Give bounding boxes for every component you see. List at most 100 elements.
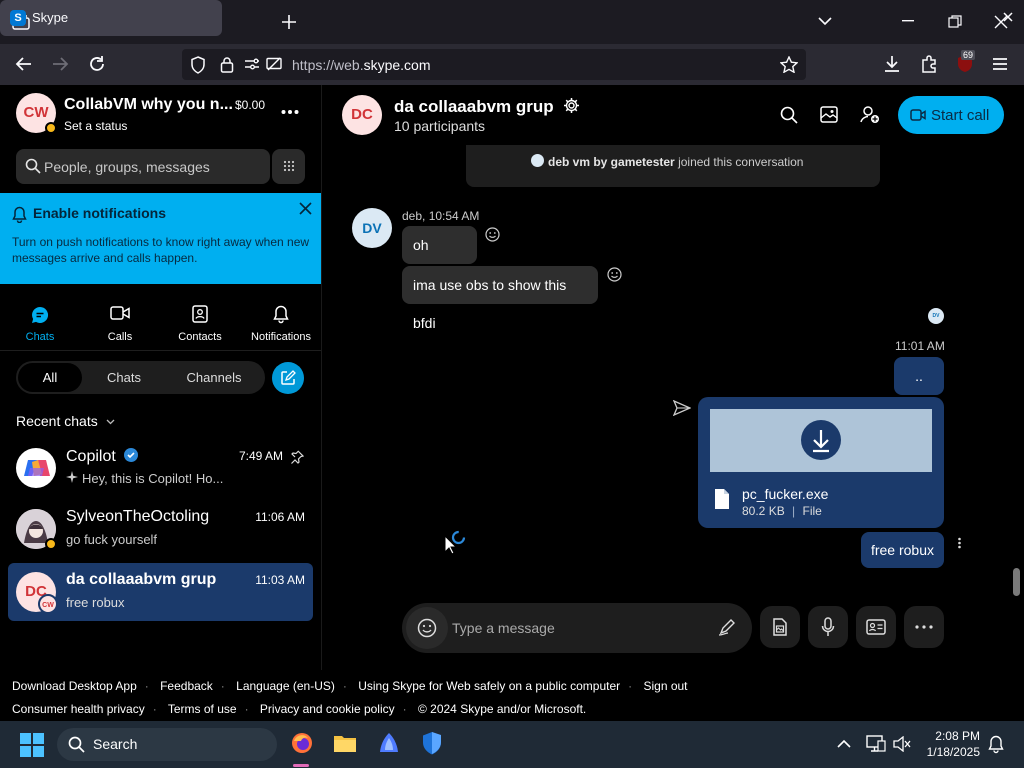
record-audio-button[interactable]	[808, 606, 848, 648]
add-people-icon[interactable]	[860, 105, 880, 124]
dialpad-button[interactable]	[272, 149, 305, 184]
footer-link-terms[interactable]: Terms of use	[168, 702, 237, 716]
windows-security-taskbar-icon[interactable]	[421, 731, 443, 755]
close-window-icon[interactable]	[994, 15, 1008, 29]
new-chat-button[interactable]	[272, 362, 304, 394]
set-status-link[interactable]: Set a status	[64, 119, 127, 133]
tab-title: Skype	[32, 10, 69, 25]
system-message-actor: deb vm by gametester	[548, 155, 675, 169]
screen-share-off-icon[interactable]	[266, 57, 282, 71]
message-bubble[interactable]: ima use obs to show this bfdi	[402, 266, 598, 331]
ublock-extension-icon[interactable]: 69	[956, 50, 976, 75]
sender-avatar[interactable]: DV	[352, 208, 392, 248]
forward-arrow-icon[interactable]	[52, 56, 70, 72]
chat-time: 7:49 AM	[238, 449, 283, 463]
copilot-logo-icon	[16, 448, 56, 488]
handwriting-pen-icon[interactable]	[718, 618, 736, 636]
footer-link-language[interactable]: Language (en-US)	[236, 679, 335, 693]
lock-icon[interactable]	[220, 56, 234, 73]
file-attachment-card[interactable]: pc_fucker.exe 80.2 KB | File	[698, 397, 944, 528]
bookmark-star-icon[interactable]	[780, 56, 798, 73]
new-tab-icon[interactable]	[281, 14, 297, 30]
conversation-scrollbar-thumb[interactable]	[1013, 568, 1020, 596]
reload-icon[interactable]	[88, 55, 106, 73]
file-preview[interactable]	[710, 409, 932, 472]
footer-link-public-computer[interactable]: Using Skype for Web safely on a public c…	[358, 679, 620, 693]
minimize-window-icon[interactable]	[902, 20, 914, 22]
restore-window-icon[interactable]	[948, 15, 962, 29]
more-actions-button[interactable]	[904, 606, 944, 648]
emoji-button[interactable]	[406, 607, 448, 649]
chat-list-item-da-collaaabvm-grup[interactable]: DC CW da collaaabvm grup free robux 11:0…	[8, 563, 313, 621]
taskbar-search-box[interactable]: Search	[57, 728, 277, 761]
message-options-kebab-icon[interactable]	[957, 537, 962, 549]
message-bubble[interactable]: oh	[402, 226, 477, 264]
dismiss-notification-close-icon[interactable]	[299, 202, 312, 215]
tracking-protection-shield-icon[interactable]	[190, 56, 206, 74]
profile-name[interactable]: CollabVM why you n...	[64, 96, 233, 114]
chat-time: 11:03 AM	[255, 573, 305, 587]
conversation-avatar[interactable]: DC	[342, 95, 382, 135]
skype-credit[interactable]: $0.00	[235, 98, 265, 112]
windows-start-icon[interactable]	[20, 733, 44, 757]
more-options-icon[interactable]	[280, 102, 300, 122]
file-meta: 80.2 KB | File	[742, 504, 822, 518]
chat-list-item-sylveontheoctoling[interactable]: SylveonTheOctoling go fuck yourself 11:0…	[8, 500, 313, 558]
contact-card-button[interactable]	[856, 606, 896, 648]
list-all-tabs-chevron-icon[interactable]	[818, 16, 832, 26]
sidebar-divider	[321, 85, 322, 670]
nav-tab-calls[interactable]: Calls	[80, 305, 160, 343]
footer-link-health-privacy[interactable]: Consumer health privacy	[12, 702, 145, 716]
message-composer[interactable]: Type a message	[402, 603, 752, 653]
app-menu-hamburger-icon[interactable]	[992, 57, 1008, 71]
send-file-button[interactable]	[760, 606, 800, 648]
downloads-icon[interactable]	[883, 55, 901, 73]
message-bubble-outgoing[interactable]: ..	[894, 357, 944, 395]
add-reaction-smiley-icon[interactable]	[607, 267, 622, 282]
search-conversation-icon[interactable]	[780, 106, 798, 124]
add-reaction-smiley-icon[interactable]	[485, 227, 500, 242]
recent-chats-header[interactable]: Recent chats	[16, 413, 115, 429]
filter-channels[interactable]: Channels	[174, 363, 254, 392]
volume-muted-icon[interactable]	[893, 736, 911, 752]
notification-center-bell-icon[interactable]	[988, 735, 1004, 754]
browser-tab-skype[interactable]: S Skype	[0, 0, 1013, 36]
chat-list-item-copilot[interactable]: Copilot Hey, this is Copilot! Ho... 7:49…	[8, 439, 313, 497]
footer-link-feedback[interactable]: Feedback	[160, 679, 213, 693]
participant-count[interactable]: 10 participants	[394, 118, 485, 134]
network-display-icon[interactable]	[866, 735, 886, 753]
address-bar[interactable]: https://web.skype.com	[182, 49, 806, 80]
footer-link-sign-out[interactable]: Sign out	[643, 679, 687, 693]
sparkle-icon	[66, 471, 78, 483]
start-call-button[interactable]: Start call	[898, 96, 1004, 134]
download-icon[interactable]	[800, 419, 842, 461]
footer-copyright: © 2024 Skype and/or Microsoft.	[417, 702, 587, 716]
pin-icon[interactable]	[290, 450, 304, 464]
recent-chats-label: Recent chats	[16, 413, 98, 429]
group-settings-gear-icon[interactable]	[563, 97, 580, 114]
footer-link-download[interactable]: Download Desktop App	[12, 679, 137, 693]
file-name[interactable]: pc_fucker.exe	[742, 486, 828, 502]
footer-link-privacy[interactable]: Privacy and cookie policy	[260, 702, 395, 716]
back-arrow-icon[interactable]	[14, 56, 32, 72]
notification-banner[interactable]: Enable notifications Turn on push notifi…	[0, 193, 321, 284]
firefox-taskbar-icon[interactable]	[291, 732, 313, 754]
gallery-icon[interactable]	[820, 106, 838, 123]
video-call-icon	[910, 108, 926, 122]
nav-tab-chats[interactable]: Chats	[0, 305, 80, 343]
message-bubble-outgoing[interactable]: free robux	[861, 532, 944, 568]
url-text[interactable]: https://web.skype.com	[292, 57, 431, 73]
nav-tab-notifications[interactable]: Notifications	[241, 305, 321, 343]
show-hidden-icons-chevron-icon[interactable]	[837, 739, 851, 748]
permissions-icon[interactable]	[244, 57, 260, 71]
app-taskbar-icon[interactable]	[378, 732, 400, 754]
away-status-dot	[45, 538, 57, 550]
system-clock[interactable]: 2:08 PM 1/18/2025	[920, 728, 980, 760]
extensions-puzzle-icon[interactable]	[920, 55, 938, 73]
conversation-title[interactable]: da collaaabvm grup	[394, 97, 580, 117]
file-explorer-taskbar-icon[interactable]	[333, 733, 357, 753]
search-input[interactable]: People, groups, messages	[16, 149, 270, 184]
nav-tab-contacts[interactable]: Contacts	[160, 305, 240, 343]
filter-chats[interactable]: Chats	[90, 363, 158, 392]
filter-all[interactable]: All	[18, 363, 82, 392]
